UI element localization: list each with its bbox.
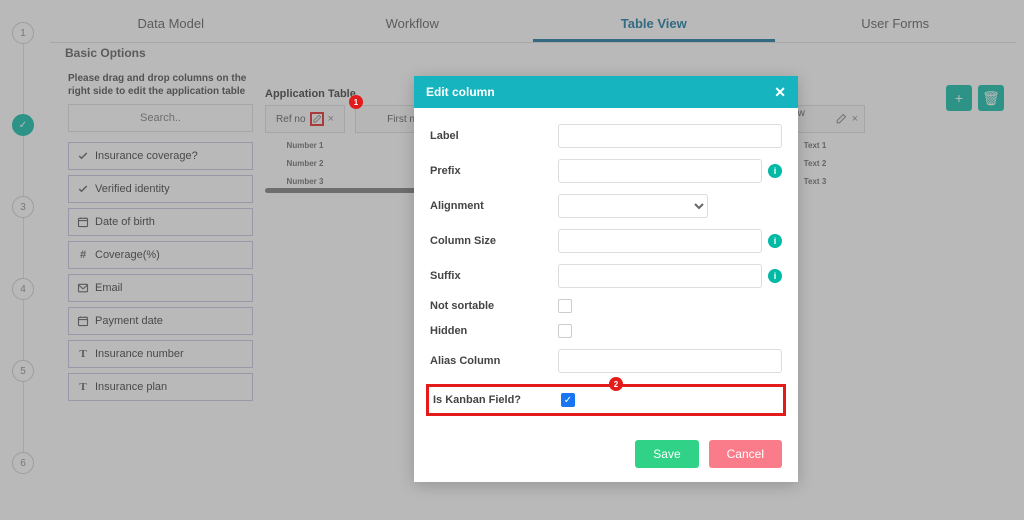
- label-hidden: Hidden: [430, 325, 558, 337]
- label-prefix: Prefix: [430, 165, 558, 177]
- label-alignment: Alignment: [430, 200, 558, 212]
- edit-column-modal: Edit column ✕ Label Prefix i Alignment C…: [414, 76, 798, 482]
- cancel-button[interactable]: Cancel: [709, 440, 782, 468]
- modal-header: Edit column ✕: [414, 76, 798, 108]
- callout-badge-1: 1: [349, 95, 363, 109]
- label-not-sortable: Not sortable: [430, 300, 558, 312]
- info-icon[interactable]: i: [768, 164, 782, 178]
- label-suffix: Suffix: [430, 270, 558, 282]
- close-icon[interactable]: ✕: [774, 84, 786, 101]
- column-size-input[interactable]: [558, 229, 762, 253]
- modal-title: Edit column: [426, 85, 495, 99]
- suffix-input[interactable]: [558, 264, 762, 288]
- modal-footer: Save Cancel: [414, 436, 798, 482]
- info-icon[interactable]: i: [768, 234, 782, 248]
- label-label: Label: [430, 130, 558, 142]
- label-alias-column: Alias Column: [430, 355, 558, 367]
- prefix-input[interactable]: [558, 159, 762, 183]
- is-kanban-checkbox[interactable]: ✓: [561, 393, 575, 407]
- hidden-checkbox[interactable]: [558, 324, 572, 338]
- not-sortable-checkbox[interactable]: [558, 299, 572, 313]
- alignment-select[interactable]: [558, 194, 708, 218]
- callout-badge-2: 2: [609, 377, 623, 391]
- alias-column-input[interactable]: [558, 349, 782, 373]
- label-input[interactable]: [558, 124, 782, 148]
- label-is-kanban: Is Kanban Field?: [433, 394, 561, 406]
- info-icon[interactable]: i: [768, 269, 782, 283]
- save-button[interactable]: Save: [635, 440, 698, 468]
- label-column-size: Column Size: [430, 235, 558, 247]
